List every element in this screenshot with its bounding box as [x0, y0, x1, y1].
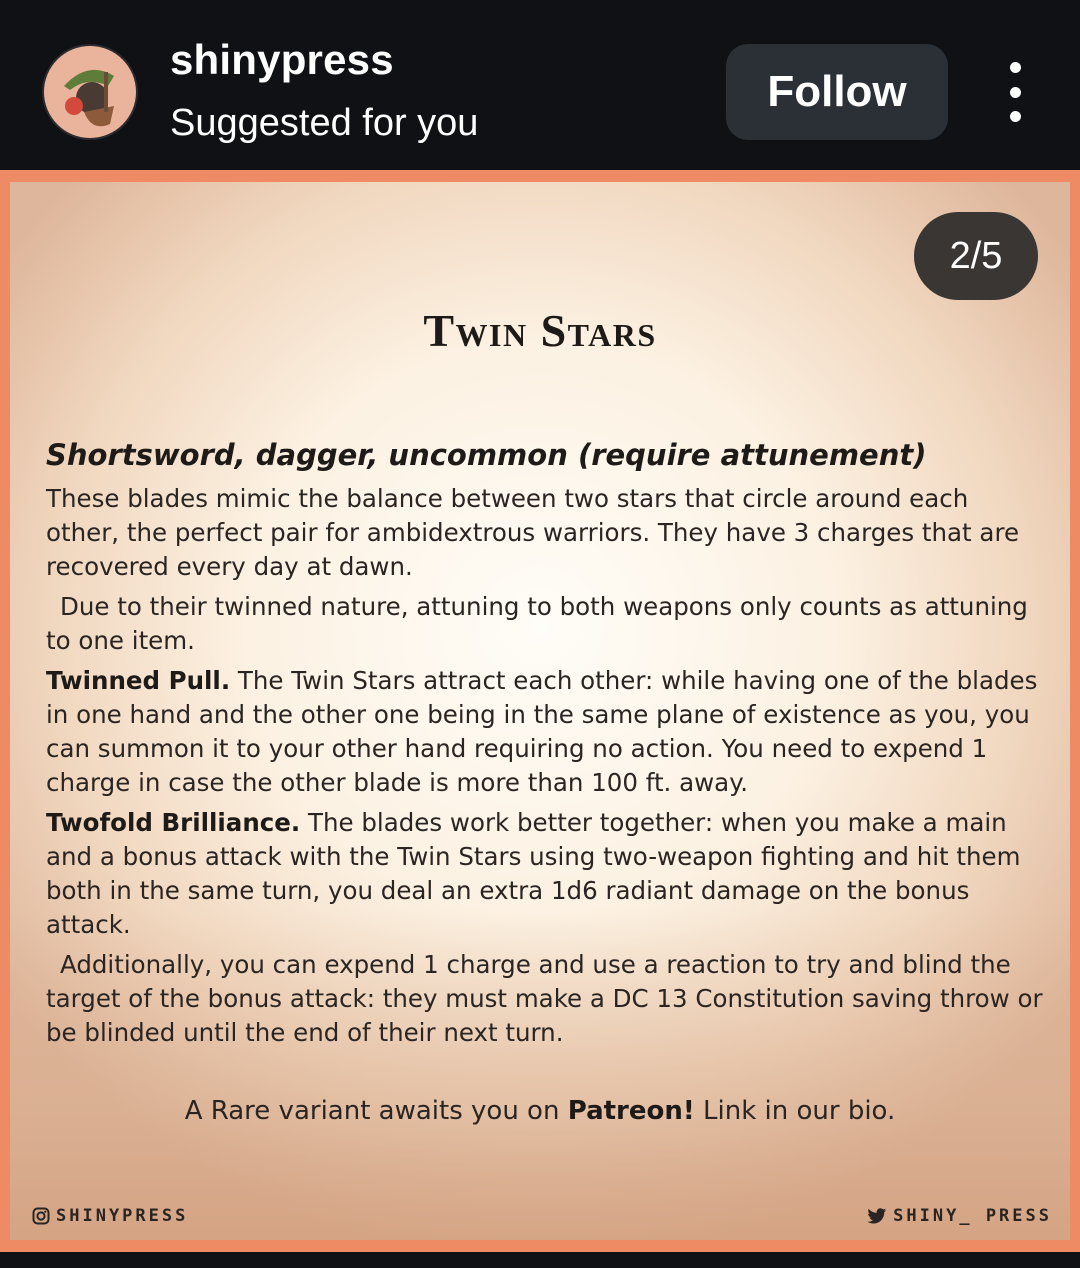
item-title: Twin Stars: [423, 305, 657, 356]
username[interactable]: shinypress: [170, 36, 394, 84]
twinned-pull-term: Twinned Pull.: [46, 666, 231, 695]
more-options-icon[interactable]: [992, 62, 1038, 122]
post-header: shinypress Suggested for you Follow: [0, 0, 1080, 170]
more-dot: [1009, 111, 1021, 122]
patreon-callout: A Rare variant awaits you on Patreon! Li…: [0, 1096, 1080, 1126]
instagram-icon: [32, 1207, 50, 1225]
patreon-prefix: A Rare variant awaits you on: [184, 1096, 568, 1126]
attunement-paragraph: Due to their twinned nature, attuning to…: [46, 592, 1028, 655]
profile-avatar[interactable]: [44, 46, 136, 138]
twitter-handle: SHINY_ PRESS: [867, 1206, 1052, 1226]
twitter-bird-icon: [867, 1207, 887, 1223]
twinned-pull-paragraph: Twinned Pull. The Twin Stars attract eac…: [46, 664, 1044, 800]
intro-paragraph: These blades mimic the balance between t…: [46, 484, 1020, 581]
more-dot: [1009, 62, 1021, 73]
follow-button[interactable]: Follow: [726, 44, 948, 140]
twitter-handle-text: SHINY_ PRESS: [893, 1206, 1052, 1226]
instagram-handle-text: SHINYPRESS: [56, 1206, 189, 1226]
instagram-handle: SHINYPRESS: [32, 1206, 188, 1226]
patreon-brand: Patreon!: [567, 1096, 695, 1126]
item-type: Shortsword, dagger, uncommon (require at…: [46, 438, 927, 472]
twofold-brilliance-term: Twofold Brilliance.: [46, 808, 301, 837]
carousel-page-counter: 2/5: [914, 212, 1038, 300]
bottom-edge: [0, 1252, 1080, 1268]
additional-paragraph: Additionally, you can expend 1 charge an…: [46, 950, 1043, 1047]
item-description: Shortsword, dagger, uncommon (require at…: [46, 436, 1044, 1050]
suggested-label: Suggested for you: [170, 102, 479, 144]
avatar-illustration: [44, 46, 136, 138]
patreon-suffix: Link in our bio.: [694, 1096, 896, 1126]
more-dot: [1009, 86, 1021, 98]
twofold-brilliance-paragraph: Twofold Brilliance. The blades work bett…: [46, 806, 1044, 942]
